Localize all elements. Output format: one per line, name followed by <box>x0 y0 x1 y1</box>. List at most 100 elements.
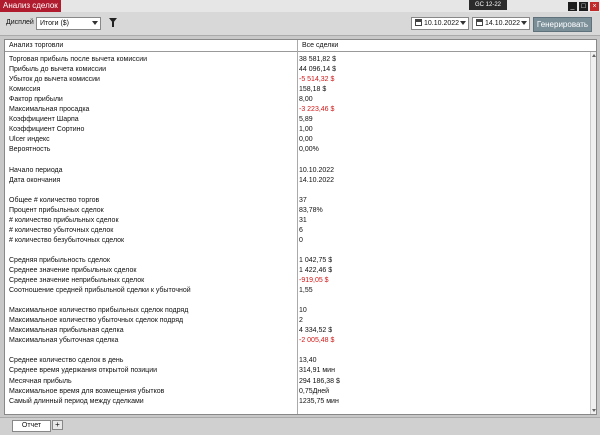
table-row[interactable]: Вероятность 0,00% <box>5 145 591 155</box>
row-label: # количество убыточных сделок <box>9 226 114 234</box>
table-row[interactable]: Коэффициент Шарпа 5,89 <box>5 115 591 125</box>
generate-button[interactable]: Генерировать <box>533 17 592 32</box>
row-value: 294 186,38 $ <box>299 377 340 385</box>
table-row[interactable] <box>5 346 591 356</box>
table-row[interactable]: Максимальное количество прибыльных сдело… <box>5 306 591 316</box>
row-label: Торговая прибыль после вычета комиссии <box>9 56 148 63</box>
row-label: Самый длинный период между сделками <box>9 397 144 405</box>
table-row[interactable] <box>5 155 591 165</box>
column-header-analysis[interactable]: Анализ торговли <box>5 40 297 52</box>
vertical-scrollbar[interactable] <box>590 52 596 414</box>
row-label: Максимальная просадка <box>9 106 90 114</box>
table-row[interactable]: Общее # количество торгов 37 <box>5 196 591 206</box>
row-value: 0 <box>299 236 303 244</box>
row-label: Коэффициент Шарпа <box>9 116 79 124</box>
table-row[interactable]: Фактор прибыли 8,00 <box>5 95 591 105</box>
date-to-value: 14.10.2022 <box>485 20 521 27</box>
row-label: Прибыль до вычета комиссии <box>9 66 107 74</box>
row-value: 1 042,75 $ <box>299 256 333 264</box>
table-row[interactable]: # количество прибыльных сделок 31 <box>5 216 591 226</box>
row-label: Максимальное время для возмещения убытко… <box>9 387 165 395</box>
row-value: 1235,75 мин <box>299 397 339 405</box>
table-row[interactable] <box>5 186 591 196</box>
row-label: Средняя прибыльность сделок <box>9 256 110 264</box>
row-label: Вероятность <box>9 146 51 154</box>
table-row[interactable] <box>5 246 591 256</box>
window-title: Анализ сделок <box>0 0 61 12</box>
row-value: 4 334,52 $ <box>299 327 333 335</box>
row-label: Соотношение средней прибыльной сделки к … <box>9 287 191 295</box>
row-value: 0,75Дней <box>299 387 330 395</box>
table-row[interactable]: Среднее время удержания открытой позиции… <box>5 366 591 376</box>
date-from-value: 10.10.2022 <box>424 20 460 27</box>
row-value: 31 <box>299 216 307 224</box>
title-bar: Анализ сделок GC 12-22 _ □ × <box>0 0 600 12</box>
display-select-value: Итоги ($) <box>40 20 70 27</box>
table-row[interactable]: Дата окончания 14.10.2022 <box>5 176 591 186</box>
row-value: -3 223,46 $ <box>299 106 335 114</box>
table-row[interactable]: Коэффициент Сортино 1,00 <box>5 125 591 135</box>
row-label: Среднее количество сделок в день <box>9 357 124 365</box>
table-row[interactable]: Самый длинный период между сделками 1235,… <box>5 397 591 407</box>
calendar-icon <box>415 19 422 26</box>
row-label: Комиссия <box>9 86 41 94</box>
row-label: Фактор прибыли <box>9 96 63 104</box>
row-value: 0,00 <box>299 136 313 144</box>
row-value: 1 422,46 $ <box>299 266 333 274</box>
row-value: 14.10.2022 <box>299 176 335 184</box>
table-row[interactable]: # количество безубыточных сделок 0 <box>5 236 591 246</box>
table-row[interactable]: Среднее значение неприбыльных сделок -919… <box>5 276 591 286</box>
filter-icon[interactable] <box>109 18 117 27</box>
row-value: -5 514,32 $ <box>299 76 335 84</box>
row-label: Дата окончания <box>9 176 61 184</box>
table-row[interactable]: Убыток до вычета комиссии -5 514,32 $ <box>5 75 591 85</box>
add-tab-button[interactable]: + <box>52 420 63 430</box>
row-value: 83,78% <box>299 206 323 214</box>
date-from-picker[interactable]: 10.10.2022 <box>411 17 469 30</box>
table-row[interactable]: Ulcer индекс 0,00 <box>5 135 591 145</box>
table-row[interactable]: Соотношение средней прибыльной сделки к … <box>5 286 591 296</box>
table-row[interactable]: Комиссия 158,18 $ <box>5 85 591 95</box>
table-row[interactable]: Месячная прибыль 294 186,38 $ <box>5 377 591 387</box>
row-value: 6 <box>299 226 303 234</box>
table-row[interactable] <box>5 296 591 306</box>
maximize-button[interactable]: □ <box>579 2 588 11</box>
row-value: 1,00 <box>299 126 313 134</box>
table-row[interactable]: Максимальная просадка -3 223,46 $ <box>5 105 591 115</box>
instrument-label[interactable]: GC 12-22 <box>469 0 507 10</box>
row-label: Среднее время удержания открытой позиции <box>9 367 158 375</box>
bottom-tab-bar: Отчет + <box>0 417 600 435</box>
table-row[interactable]: Максимальная прибыльная сделка 4 334,52 $ <box>5 326 591 336</box>
display-label: Дисплей <box>6 19 34 26</box>
table-row[interactable]: Среднее количество сделок в день 13,40 <box>5 356 591 366</box>
row-value: 0,00% <box>299 146 319 154</box>
table-row[interactable]: Процент прибыльных сделок 83,78% <box>5 206 591 216</box>
row-value: 5,89 <box>299 116 313 124</box>
chevron-down-icon <box>92 21 98 25</box>
row-value: 44 096,14 $ <box>299 66 336 74</box>
table-row[interactable]: Максимальная убыточная сделка -2 005,48 $ <box>5 336 591 346</box>
table-row[interactable]: Максимальное время для возмещения убытко… <box>5 387 591 397</box>
table-row[interactable]: Начало периода 10.10.2022 <box>5 166 591 176</box>
row-label: Общее # количество торгов <box>9 196 100 204</box>
chevron-down-icon <box>460 21 466 25</box>
table-row[interactable]: Средняя прибыльность сделок 1 042,75 $ <box>5 256 591 266</box>
row-label: Максимальное количество убыточных сделок… <box>9 317 184 325</box>
table-row[interactable]: # количество убыточных сделок 6 <box>5 226 591 236</box>
table-row[interactable]: Прибыль до вычета комиссии 44 096,14 $ <box>5 65 591 75</box>
display-select[interactable]: Итоги ($) <box>36 17 101 30</box>
column-header-all-trades[interactable]: Все сделки <box>298 40 596 52</box>
close-button[interactable]: × <box>590 2 599 11</box>
row-label: Процент прибыльных сделок <box>9 206 104 214</box>
table-row[interactable]: Среднее значение прибыльных сделок 1 422,… <box>5 266 591 276</box>
row-value: -2 005,48 $ <box>299 337 335 345</box>
date-to-picker[interactable]: 14.10.2022 <box>472 17 530 30</box>
table-row[interactable]: Торговая прибыль после вычета комиссии 38… <box>5 55 591 65</box>
table-row[interactable]: Максимальное количество убыточных сделок… <box>5 316 591 326</box>
tab-report[interactable]: Отчет <box>12 420 51 432</box>
table-body: Торговая прибыль после вычета комиссии 38… <box>5 55 591 407</box>
minimize-button[interactable]: _ <box>568 2 577 11</box>
row-label: Убыток до вычета комиссии <box>9 76 100 84</box>
row-value: 10 <box>299 307 307 315</box>
row-value: 314,91 мин <box>299 367 335 375</box>
